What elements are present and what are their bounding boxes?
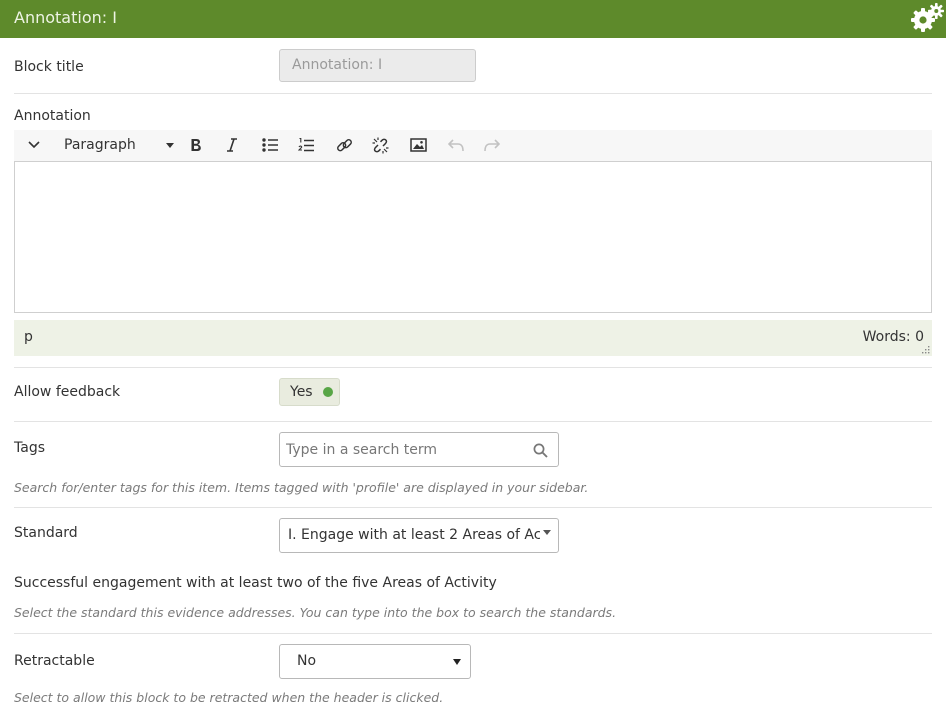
gears-icon[interactable] bbox=[910, 2, 944, 34]
allow-feedback-label: Allow feedback bbox=[14, 384, 121, 400]
unlink-icon[interactable] bbox=[370, 134, 390, 156]
italic-icon[interactable] bbox=[222, 134, 242, 156]
bullet-list-icon[interactable] bbox=[260, 134, 280, 156]
retractable-help: Select to allow this block to be retract… bbox=[14, 690, 444, 705]
divider bbox=[14, 367, 932, 368]
undo-icon[interactable] bbox=[446, 134, 466, 156]
annotation-label: Annotation bbox=[14, 108, 91, 124]
standard-select[interactable]: I. Engage with at least 2 Areas of Ac... bbox=[279, 518, 559, 553]
divider bbox=[14, 421, 932, 422]
toggle-label: Yes bbox=[290, 384, 313, 400]
retractable-select-value: No bbox=[297, 653, 317, 669]
editor-toolbar: Paragraph bbox=[14, 130, 932, 161]
block-title-input[interactable]: Annotation: I bbox=[279, 49, 476, 82]
tags-search bbox=[279, 432, 559, 467]
redo-icon[interactable] bbox=[482, 134, 502, 156]
chevron-down-icon bbox=[543, 530, 551, 535]
allow-feedback-toggle[interactable]: Yes bbox=[279, 378, 340, 406]
bold-icon[interactable] bbox=[186, 134, 206, 156]
annotation-editor[interactable] bbox=[14, 161, 932, 313]
block-header: Annotation: I bbox=[0, 0, 946, 38]
editor-statusbar: p Words: 0 bbox=[14, 320, 932, 356]
search-icon[interactable] bbox=[533, 443, 548, 458]
format-select[interactable]: Paragraph bbox=[64, 134, 174, 156]
standard-help: Select the standard this evidence addres… bbox=[14, 605, 617, 620]
standard-select-value: I. Engage with at least 2 Areas of Ac... bbox=[288, 527, 540, 543]
divider bbox=[14, 633, 932, 634]
word-count: Words: 0 bbox=[862, 329, 924, 345]
link-icon[interactable] bbox=[334, 134, 354, 156]
retractable-label: Retractable bbox=[14, 653, 95, 669]
image-icon[interactable] bbox=[408, 134, 428, 156]
tags-search-input[interactable] bbox=[280, 433, 520, 466]
retractable-select[interactable]: No bbox=[279, 644, 471, 679]
toggle-toolbar-icon[interactable] bbox=[26, 134, 42, 156]
toggle-on-indicator bbox=[323, 387, 333, 397]
resize-handle-icon[interactable] bbox=[922, 346, 930, 354]
format-select-value: Paragraph bbox=[64, 137, 136, 153]
divider bbox=[14, 507, 932, 508]
header-title: Annotation: I bbox=[14, 8, 117, 27]
tags-help: Search for/enter tags for this item. Ite… bbox=[14, 480, 589, 495]
divider bbox=[14, 93, 932, 94]
chevron-down-icon bbox=[166, 143, 174, 148]
chevron-down-icon bbox=[453, 659, 461, 665]
numbered-list-icon[interactable] bbox=[296, 134, 316, 156]
standard-description: Successful engagement with at least two … bbox=[14, 575, 497, 591]
tags-label: Tags bbox=[14, 440, 45, 456]
block-title-label: Block title bbox=[14, 59, 84, 75]
element-path[interactable]: p bbox=[24, 329, 33, 345]
standard-label: Standard bbox=[14, 525, 78, 541]
